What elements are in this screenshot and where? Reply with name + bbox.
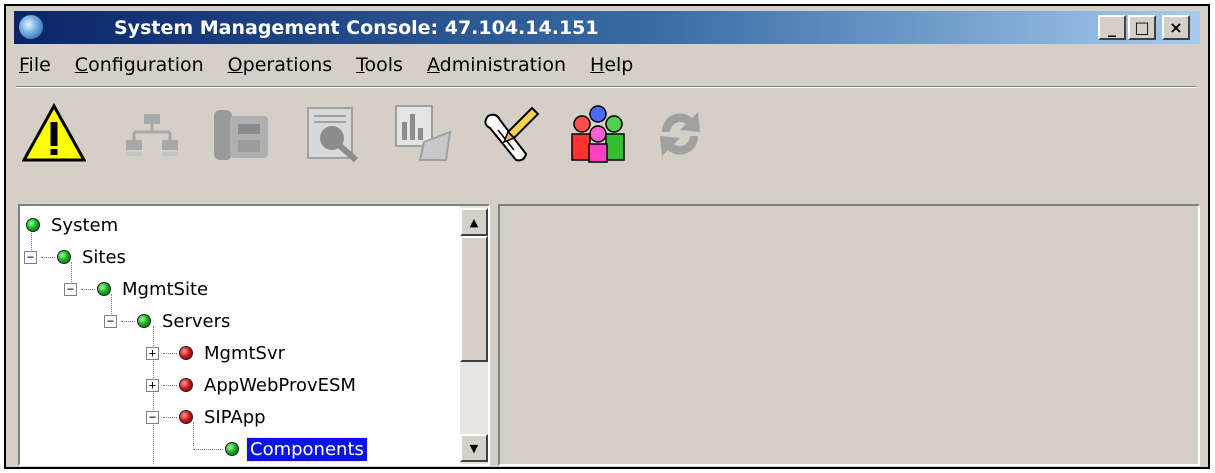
status-green-icon xyxy=(97,282,111,296)
refresh-button[interactable] xyxy=(648,102,712,166)
navigation-tree-panel: System − Sites − MgmtSite − Servers + Mg… xyxy=(18,204,490,466)
close-button[interactable]: × xyxy=(1162,15,1190,40)
tree-node-mgmtsvr[interactable]: + MgmtSvr xyxy=(146,338,288,368)
tree-node-components[interactable]: Components xyxy=(193,434,368,464)
tree-node-sites[interactable]: − Sites xyxy=(24,242,129,272)
tree-node-label: Servers xyxy=(162,310,231,332)
menu-configuration-label: onfiguration xyxy=(88,54,204,76)
toolbar xyxy=(18,92,1198,202)
users-group-button[interactable] xyxy=(566,102,630,166)
tree-node-appwebprovesm[interactable]: + AppWebProvESM xyxy=(146,370,359,400)
menu-administration[interactable]: Administration xyxy=(424,52,569,78)
alarm-warning-icon xyxy=(21,102,87,162)
navigation-tree: System − Sites − MgmtSite − Servers + Mg… xyxy=(20,206,460,464)
tree-node-label: System xyxy=(51,214,119,236)
tree-node-sipapp[interactable]: − SIPApp xyxy=(146,402,269,432)
chart-report-button[interactable] xyxy=(390,102,454,166)
menu-administration-label: dministration xyxy=(439,54,567,76)
collapse-icon[interactable]: − xyxy=(24,250,37,264)
tree-connector xyxy=(163,352,177,354)
expand-icon[interactable]: + xyxy=(146,346,159,360)
minimize-button[interactable]: _ xyxy=(1098,15,1126,40)
tree-connector xyxy=(193,448,223,450)
tree-vertical-scrollbar[interactable]: ▲ ▼ xyxy=(460,206,488,464)
detail-panel xyxy=(498,204,1200,466)
expand-icon[interactable]: + xyxy=(146,378,159,392)
menu-tools-mnemonic: T xyxy=(356,54,365,76)
script-edit-icon xyxy=(484,106,540,162)
menu-help-mnemonic: H xyxy=(590,54,605,76)
tree-connector xyxy=(121,320,135,322)
menu-configuration[interactable]: Configuration xyxy=(72,52,207,78)
status-red-icon xyxy=(179,410,193,424)
tree-connector xyxy=(163,384,177,386)
main-window: System Management Console: 47.104.14.151… xyxy=(4,4,1210,469)
menu-help[interactable]: Help xyxy=(587,52,636,78)
menu-operations[interactable]: Operations xyxy=(225,52,335,78)
topology-icon xyxy=(126,114,178,156)
menu-tools[interactable]: Tools xyxy=(353,52,406,78)
tree-node-label: MgmtSite xyxy=(122,278,209,300)
search-report-icon xyxy=(307,107,358,163)
status-red-icon xyxy=(179,346,193,360)
alarm-warning-button[interactable] xyxy=(21,102,87,166)
status-green-icon xyxy=(137,314,151,328)
window-title: System Management Console: 47.104.14.151 xyxy=(114,17,599,39)
menu-bar: File Configuration Operations Tools Admi… xyxy=(16,48,1196,82)
users-group-icon xyxy=(571,105,625,163)
status-green-icon xyxy=(57,250,71,264)
script-edit-button[interactable] xyxy=(478,102,542,166)
tree-node-label-selected: Components xyxy=(246,436,368,462)
menu-configuration-mnemonic: C xyxy=(74,54,89,76)
tree-connector xyxy=(41,256,55,258)
menu-file[interactable]: File xyxy=(16,52,54,78)
menu-tools-label: ools xyxy=(364,54,403,76)
menu-administration-mnemonic: A xyxy=(426,54,440,76)
maximize-button[interactable]: □ xyxy=(1128,15,1156,40)
menu-operations-label: perations xyxy=(242,54,333,76)
search-report-button[interactable] xyxy=(302,102,366,166)
tree-node-label: Sites xyxy=(82,246,126,268)
collapse-icon[interactable]: − xyxy=(64,282,77,296)
menu-operations-mnemonic: O xyxy=(227,54,243,76)
telephone-button[interactable] xyxy=(208,102,272,166)
topology-button[interactable] xyxy=(120,102,184,166)
status-green-icon xyxy=(225,442,239,456)
tree-node-servers[interactable]: − Servers xyxy=(104,306,233,336)
telephone-icon xyxy=(214,110,268,160)
tree-node-system[interactable]: System xyxy=(26,210,121,240)
tree-connector xyxy=(81,288,95,290)
collapse-icon[interactable]: − xyxy=(146,410,159,424)
tree-connector xyxy=(163,416,177,418)
scroll-down-button[interactable]: ▼ xyxy=(460,434,488,462)
menu-file-label: ile xyxy=(28,54,51,76)
title-bar[interactable]: System Management Console: 47.104.14.151… xyxy=(14,11,1200,44)
menu-file-mnemonic: F xyxy=(19,54,29,76)
scroll-up-button[interactable]: ▲ xyxy=(460,208,488,236)
refresh-icon xyxy=(660,112,700,156)
menu-help-label: elp xyxy=(604,54,634,76)
status-green-icon xyxy=(26,218,40,232)
tree-node-mgmtsite[interactable]: − MgmtSite xyxy=(64,274,211,304)
chart-report-icon xyxy=(395,105,452,161)
menu-separator xyxy=(16,86,1196,88)
tree-node-label: AppWebProvESM xyxy=(204,374,356,396)
scroll-thumb[interactable] xyxy=(460,236,488,362)
status-red-icon xyxy=(179,378,193,392)
app-globe-icon[interactable] xyxy=(18,14,44,40)
tree-node-label: SIPApp xyxy=(204,406,266,428)
collapse-icon[interactable]: − xyxy=(104,314,117,328)
tree-node-label: MgmtSvr xyxy=(204,342,286,364)
